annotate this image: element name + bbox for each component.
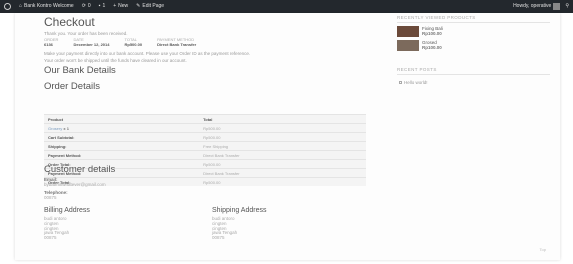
order-payment-method: Payment method Direct Bank Transfer <box>157 37 196 47</box>
billing-address-heading: Billing Address <box>44 207 90 214</box>
divider <box>397 74 550 75</box>
product-price: Rp100.00 <box>422 31 442 36</box>
recent-product-item[interactable]: Fixing Bali Rp100.00 <box>397 26 443 37</box>
row-label: Payment Method: <box>44 150 200 160</box>
post-title: Hello world! <box>404 80 428 85</box>
product-cell: Grosery x 1 <box>44 123 200 133</box>
page-content: Checkout Thank you. Your order has been … <box>15 13 560 260</box>
updates-menu[interactable]: ⟳ 0 <box>82 0 91 13</box>
comments-count: 1 <box>102 3 106 9</box>
edit-page-link[interactable]: ✎ Edit Page <box>136 0 164 13</box>
product-total: Rp500.00 <box>199 123 366 133</box>
payment-method-value: Direct Bank Transfer <box>157 42 197 47</box>
post-icon <box>399 81 402 84</box>
product-thumbnail <box>397 40 419 51</box>
site-name: Bank Kontro Welcome <box>24 3 74 9</box>
plus-icon: + <box>113 3 117 9</box>
admin-bar: ⌂ Bank Kontro Welcome ⟳ 0 ▪ 1 + New ✎ Ed… <box>0 0 573 13</box>
account-menu[interactable]: Howdy, operative <box>513 0 561 13</box>
edit-page-label: Edit Page <box>142 3 165 9</box>
shipping-address: budi antoro cingten cingten jawa Tengah … <box>212 216 237 241</box>
table-row: Payment Method: Direct Bank Transfer <box>44 150 366 160</box>
billing-address: budi antoro cingten cingten jawa Tengah … <box>44 216 69 241</box>
row-value: Rp500.00 <box>199 177 366 186</box>
order-overview: Order 6136 Date December 12, 2014 Total … <box>44 37 196 47</box>
divider <box>397 22 550 23</box>
howdy-label: Howdy, operative <box>513 3 552 9</box>
avatar <box>553 3 561 10</box>
telephone-value: 00875 <box>44 195 57 200</box>
table-row: Shipping: Free Shipping <box>44 141 366 151</box>
customer-details-heading: Customer details <box>44 164 116 175</box>
payment-instructions-line: Your order won't be shipped until the fu… <box>44 58 187 63</box>
row-value: Direct Bank Transfer <box>199 168 366 178</box>
row-label: Cart Subtotal: <box>44 132 200 142</box>
back-to-top-link[interactable]: Top <box>540 247 546 252</box>
home-icon: ⌂ <box>19 3 23 9</box>
row-value: Direct Bank Transfer <box>199 150 366 160</box>
order-number-value: 6136 <box>44 42 53 47</box>
pencil-icon: ✎ <box>136 3 141 9</box>
order-date: Date December 12, 2014 <box>73 37 109 47</box>
row-value: Rp500.00 <box>199 159 366 169</box>
recently-viewed-heading: Recently Viewed Products <box>397 15 476 20</box>
table-row: Cart Subtotal: Rp500.00 <box>44 132 366 142</box>
order-number: Order 6136 <box>44 37 58 47</box>
row-value: Free Shipping <box>199 141 366 151</box>
page-title: Checkout <box>44 15 95 29</box>
payment-instructions-line: Make your payment directly into our bank… <box>44 51 251 56</box>
recent-post-link[interactable]: Hello world! <box>399 80 428 85</box>
site-name-menu[interactable]: ⌂ Bank Kontro Welcome <box>19 0 74 13</box>
column-header-product: Product <box>44 114 200 124</box>
address-line: 00875 <box>44 235 57 241</box>
recent-product-item[interactable]: Grosed Rp100.00 <box>397 40 442 51</box>
payment-instructions: Make your payment directly into our bank… <box>44 50 374 64</box>
recent-posts-heading: Recent Posts <box>397 67 437 72</box>
row-value: Rp500.00 <box>199 132 366 142</box>
wordpress-logo-icon[interactable] <box>4 3 11 10</box>
order-date-value: December 12, 2014 <box>73 42 110 47</box>
order-total-value: Rp500.00 <box>124 42 143 47</box>
new-content-menu[interactable]: + New <box>113 0 128 13</box>
order-details-heading: Order Details <box>44 81 100 92</box>
order-total: Total Rp500.00 <box>124 37 142 47</box>
bank-details-heading: Our Bank Details <box>44 65 116 76</box>
comment-icon: ▪ <box>98 3 101 9</box>
updates-icon: ⟳ <box>81 3 86 9</box>
product-link[interactable]: Grosery <box>48 126 62 131</box>
row-label: Shipping: <box>44 141 200 151</box>
table-header-row: Product Total <box>44 114 366 124</box>
product-price: Rp100.00 <box>422 45 442 50</box>
address-line: 00875 <box>212 235 225 241</box>
shipping-address-heading: Shipping Address <box>212 207 267 214</box>
new-label: New <box>118 3 129 9</box>
order-details-table: Product Total Grosery x 1 Rp500.00 Cart … <box>44 114 366 186</box>
thank-you-message: Thank you. Your order has been received. <box>44 31 128 36</box>
table-row: Grosery x 1 Rp500.00 <box>44 123 366 133</box>
product-thumbnail <box>397 26 419 37</box>
updates-count: 0 <box>87 3 91 9</box>
comments-menu[interactable]: ▪ 1 <box>99 0 106 13</box>
search-icon[interactable]: ⚲ <box>565 0 569 13</box>
column-header-total: Total <box>199 114 366 124</box>
email-value: bybatminwhatever@gmail.com <box>44 182 106 187</box>
product-qty: x 1 <box>63 125 69 131</box>
